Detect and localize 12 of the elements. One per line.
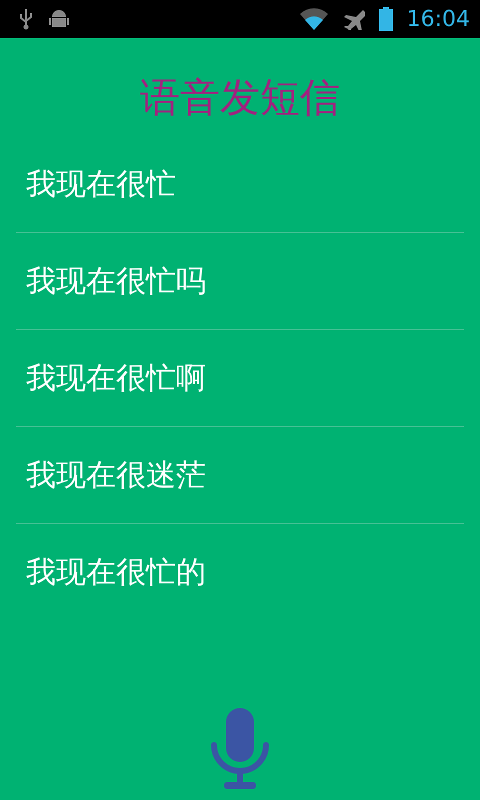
airplane-icon [342,8,365,30]
message-item[interactable]: 我现在很忙 [16,136,464,233]
battery-icon [378,7,393,31]
message-item[interactable]: 我现在很忙啊 [16,330,464,427]
microphone-icon[interactable] [211,708,269,790]
app-title: 语音发短信 [139,74,341,122]
message-item[interactable]: 我现在很迷茫 [16,427,464,524]
usb-icon [18,8,34,30]
message-item[interactable]: 我现在很忙吗 [16,233,464,330]
message-item[interactable]: 我现在很忙的 [16,524,464,620]
wifi-icon [298,8,329,30]
clock-time: 16:04 [406,6,470,32]
